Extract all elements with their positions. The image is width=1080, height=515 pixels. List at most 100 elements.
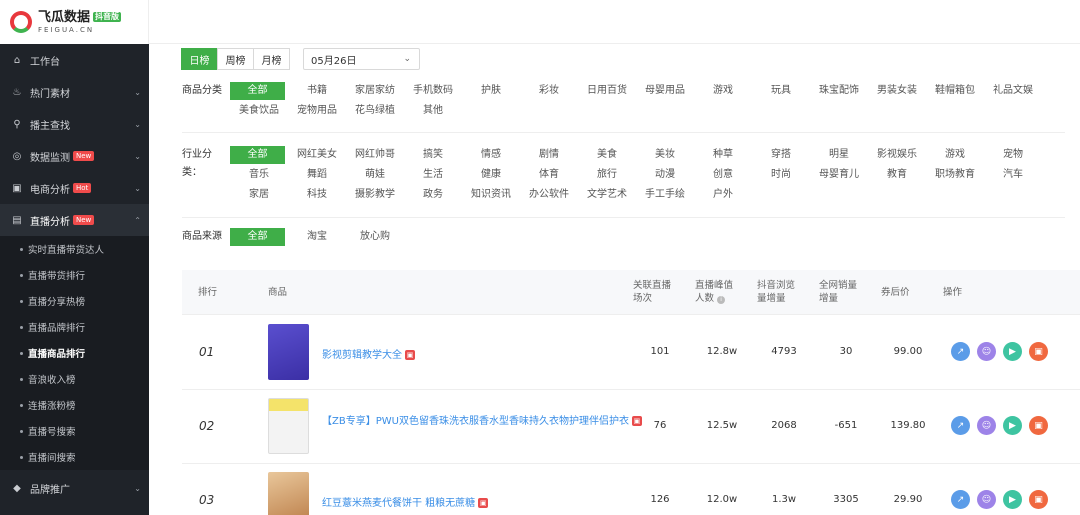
filter-option[interactable]: 游戏 — [926, 146, 984, 164]
filter-option[interactable]: 宠物 — [984, 146, 1042, 164]
filter-option[interactable]: 护肤 — [462, 82, 520, 100]
filter-option[interactable]: 花鸟绿植 — [346, 102, 404, 120]
sidebar-item-ecommerce[interactable]: ▣ 电商分析 Hot ⌄ — [0, 172, 149, 204]
play-icon[interactable]: ▶ — [1003, 416, 1022, 435]
filter-option[interactable]: 珠宝配饰 — [810, 82, 868, 100]
trend-chart-icon[interactable]: ↗ — [951, 416, 970, 435]
filter-option[interactable]: 健康 — [462, 166, 520, 184]
submenu-item[interactable]: 直播间搜索 — [0, 444, 149, 470]
product-thumbnail[interactable] — [268, 472, 309, 515]
lock-icon[interactable]: ▣ — [1029, 416, 1048, 435]
filter-option[interactable]: 放心购 — [346, 228, 404, 246]
submenu-item[interactable]: 直播号搜索 — [0, 418, 149, 444]
filter-option[interactable]: 文学艺术 — [578, 186, 636, 204]
filter-option[interactable]: 搞笑 — [404, 146, 462, 164]
filter-option[interactable]: 书籍 — [288, 82, 346, 100]
play-icon[interactable]: ▶ — [1003, 342, 1022, 361]
filter-option[interactable]: 知识资讯 — [462, 186, 520, 204]
product-thumbnail[interactable] — [268, 324, 309, 380]
filter-option[interactable]: 情感 — [462, 146, 520, 164]
filter-option[interactable]: 美食 — [578, 146, 636, 164]
filter-option[interactable]: 舞蹈 — [288, 166, 346, 184]
filter-option[interactable]: 办公软件 — [520, 186, 578, 204]
filter-option[interactable]: 种草 — [694, 146, 752, 164]
filter-option[interactable]: 影视娱乐 — [868, 146, 926, 164]
sidebar-item-live-analysis[interactable]: ▤ 直播分析 New ⌃ — [0, 204, 149, 236]
filter-option[interactable]: 家居 — [230, 186, 288, 204]
sidebar-item-streamer-search[interactable]: ⚲ 播主查找 ⌄ — [0, 108, 149, 140]
play-icon[interactable]: ▶ — [1003, 490, 1022, 509]
header-sales[interactable]: 全网销量 增量 — [819, 279, 857, 305]
filter-option[interactable]: 体育 — [520, 166, 578, 184]
filter-option[interactable]: 手机数码 — [404, 82, 462, 100]
product-name-link[interactable]: 【ZB专享】PWU双色留香珠洗衣服香水型香味持久衣物护理伴侣护衣 ▣ — [322, 412, 642, 427]
filter-option[interactable]: 教育 — [868, 166, 926, 184]
filter-option[interactable]: 政务 — [404, 186, 462, 204]
header-sessions[interactable]: 关联直播 场次 — [633, 279, 671, 305]
filter-option[interactable]: 男装女装 — [868, 82, 926, 100]
date-select[interactable]: 05月26日 ⌄ — [303, 48, 420, 70]
submenu-item[interactable]: 直播品牌排行 — [0, 314, 149, 340]
filter-option[interactable]: 彩妆 — [520, 82, 578, 100]
user-icon[interactable]: ☺ — [977, 416, 996, 435]
filter-option[interactable]: 日用百货 — [578, 82, 636, 100]
logo[interactable]: 飞瓜数据 抖音版 FEIGUA.CN — [0, 0, 149, 44]
submenu-item[interactable]: 直播分享热榜 — [0, 288, 149, 314]
submenu-item[interactable]: 直播带货排行 — [0, 262, 149, 288]
tab-weekly[interactable]: 周榜 — [217, 48, 254, 70]
filter-option-all[interactable]: 全部 — [230, 82, 285, 100]
filter-option[interactable]: 母婴育儿 — [810, 166, 868, 184]
tab-daily[interactable]: 日榜 — [181, 48, 218, 70]
filter-option[interactable]: 网红帅哥 — [346, 146, 404, 164]
filter-option[interactable]: 职场教育 — [926, 166, 984, 184]
submenu-item[interactable]: 音浪收入榜 — [0, 366, 149, 392]
submenu-item[interactable]: 连播涨粉榜 — [0, 392, 149, 418]
trend-chart-icon[interactable]: ↗ — [951, 342, 970, 361]
filter-option[interactable]: 淘宝 — [288, 228, 346, 246]
filter-option[interactable]: 家居家纺 — [346, 82, 404, 100]
product-thumbnail[interactable] — [268, 398, 309, 454]
filter-option-all[interactable]: 全部 — [230, 146, 285, 164]
filter-option[interactable]: 穿搭 — [752, 146, 810, 164]
filter-option[interactable]: 汽车 — [984, 166, 1042, 184]
header-peak[interactable]: 直播峰值 人数 i — [695, 279, 733, 305]
sidebar-item-brand-promo[interactable]: ◆ 品牌推广 ⌄ — [0, 472, 149, 504]
filter-option[interactable]: 鞋帽箱包 — [926, 82, 984, 100]
filter-option[interactable]: 音乐 — [230, 166, 288, 184]
filter-option[interactable]: 动漫 — [636, 166, 694, 184]
trend-chart-icon[interactable]: ↗ — [951, 490, 970, 509]
filter-option[interactable]: 礼品文娱 — [984, 82, 1042, 100]
filter-option[interactable]: 其他 — [404, 102, 462, 120]
filter-option[interactable]: 手工手绘 — [636, 186, 694, 204]
sidebar-item-workbench[interactable]: ⌂ 工作台 — [0, 44, 149, 76]
filter-option[interactable]: 旅行 — [578, 166, 636, 184]
submenu-item[interactable]: 实时直播带货达人 — [0, 236, 149, 262]
submenu-item-current[interactable]: 直播商品排行 — [0, 340, 149, 366]
filter-option[interactable]: 摄影教学 — [346, 186, 404, 204]
user-icon[interactable]: ☺ — [977, 490, 996, 509]
filter-option[interactable]: 创意 — [694, 166, 752, 184]
user-icon[interactable]: ☺ — [977, 342, 996, 361]
sidebar-item-data-monitor[interactable]: ◎ 数据监测 New ⌄ — [0, 140, 149, 172]
lock-icon[interactable]: ▣ — [1029, 490, 1048, 509]
filter-option[interactable]: 游戏 — [694, 82, 752, 100]
filter-option[interactable]: 时尚 — [752, 166, 810, 184]
filter-option[interactable]: 宠物用品 — [288, 102, 346, 120]
filter-option[interactable]: 户外 — [694, 186, 752, 204]
filter-option[interactable]: 美食饮品 — [230, 102, 288, 120]
header-views[interactable]: 抖音浏览 量增量 — [757, 279, 795, 305]
lock-icon[interactable]: ▣ — [1029, 342, 1048, 361]
filter-option[interactable]: 母婴用品 — [636, 82, 694, 100]
tab-monthly[interactable]: 月榜 — [253, 48, 290, 70]
filter-option[interactable]: 网红美女 — [288, 146, 346, 164]
product-name-link[interactable]: 红豆薏米燕麦代餐饼干 粗粮无蔗糖 ▣ — [322, 494, 489, 509]
filter-option[interactable]: 生活 — [404, 166, 462, 184]
filter-option[interactable]: 玩具 — [752, 82, 810, 100]
sidebar-item-hot-materials[interactable]: ♨ 热门素材 ⌄ — [0, 76, 149, 108]
filter-option[interactable]: 萌娃 — [346, 166, 404, 184]
filter-option-all[interactable]: 全部 — [230, 228, 285, 246]
filter-option[interactable]: 剧情 — [520, 146, 578, 164]
filter-option[interactable]: 科技 — [288, 186, 346, 204]
product-name-link[interactable]: 影视剪辑教学大全 ▣ — [322, 346, 415, 361]
filter-option[interactable]: 美妆 — [636, 146, 694, 164]
